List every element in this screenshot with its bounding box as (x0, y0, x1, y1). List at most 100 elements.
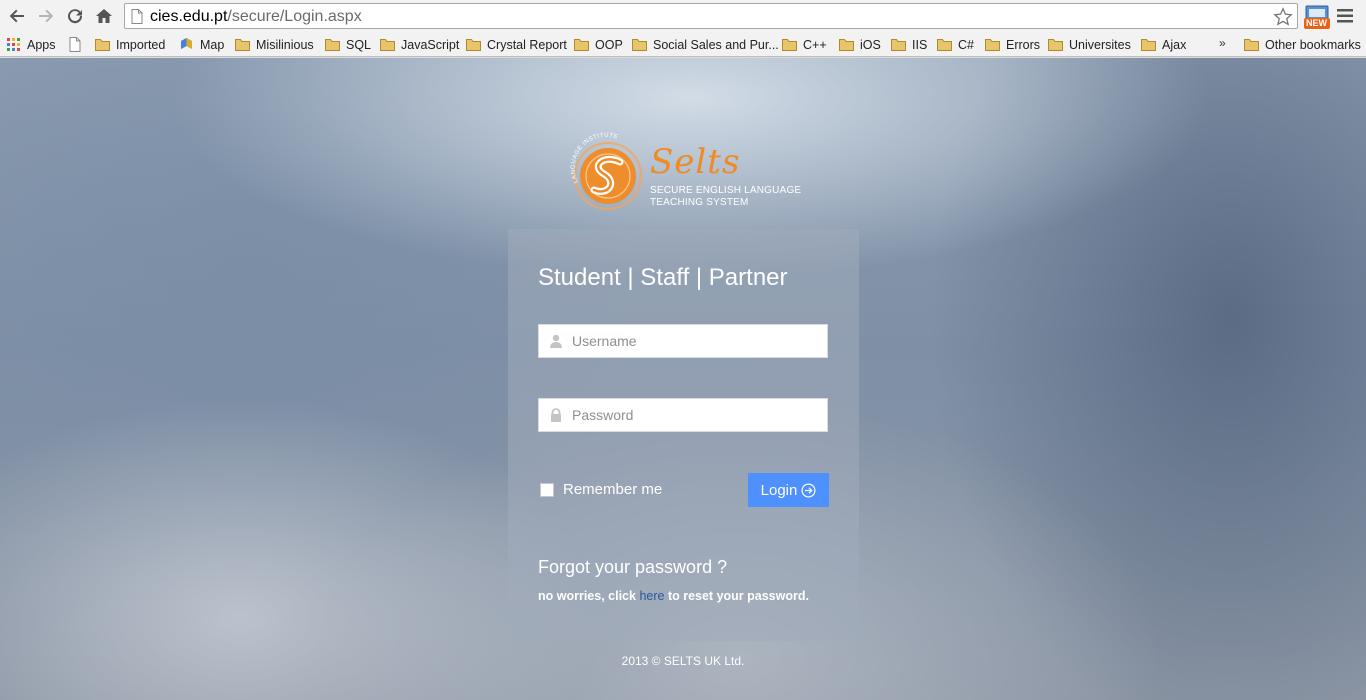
bookmark-label: Map (200, 37, 225, 52)
home-button[interactable] (93, 5, 115, 27)
bookmark-star-icon[interactable] (1273, 7, 1293, 27)
bookmark-label: Errors (1006, 37, 1041, 52)
login-panel: Student | Staff | Partner Remember me Lo… (508, 229, 859, 641)
bookmark-csharp[interactable]: C# (937, 36, 974, 53)
bookmark-sql[interactable]: SQL (325, 36, 371, 53)
bookmark-ajax[interactable]: Ajax (1141, 36, 1186, 53)
forgot-password-text: no worries, click here to reset your pas… (538, 589, 809, 603)
folder-icon (937, 38, 952, 51)
bookmark-oop[interactable]: OOP (574, 36, 623, 53)
folder-icon (1244, 38, 1259, 51)
forward-button[interactable] (35, 5, 57, 27)
logo-tagline-line: SECURE ENGLISH LANGUAGE (650, 185, 802, 196)
bookmark-label: OOP (595, 37, 623, 52)
bookmark-map[interactable]: Map (179, 36, 224, 53)
bookmark-cpp[interactable]: C++ (782, 36, 827, 53)
page-icon (69, 37, 81, 52)
login-button[interactable]: Login (748, 473, 829, 507)
folder-icon (574, 38, 589, 51)
footer-copyright: 2013 © SELTS UK Ltd. (621, 654, 745, 668)
bookmark-label: C++ (803, 37, 827, 52)
selts-logo-icon: LANGUAGE INSTITUTE (571, 133, 642, 210)
extension-button[interactable]: NEW (1303, 4, 1331, 30)
bookmark-javascript[interactable]: JavaScript (380, 36, 459, 53)
folder-icon (1141, 38, 1156, 51)
forgot-password-heading: Forgot your password ? (538, 557, 728, 577)
folder-icon (891, 38, 906, 51)
bookmark-iis[interactable]: IIS (891, 36, 927, 53)
extension-badge: NEW (1306, 18, 1327, 28)
bookmark-other[interactable]: Other bookmarks (1244, 36, 1361, 53)
user-icon (550, 334, 562, 348)
bookmark-label: Misilinious (256, 37, 314, 52)
bookmark-page[interactable] (69, 36, 87, 53)
bookmarks-bar: Apps Imported Map Misilinious SQL JavaSc… (0, 32, 1366, 57)
bookmark-label: Ajax (1162, 37, 1187, 52)
bookmarks-overflow-button[interactable]: » (1219, 36, 1226, 50)
address-bar[interactable]: cies.edu.pt/secure/Login.aspx (124, 3, 1298, 29)
forward-arrow-icon (39, 9, 54, 23)
url-path: /secure/Login.aspx (227, 8, 362, 25)
login-title: Student | Staff | Partner (538, 264, 788, 291)
password-input[interactable] (572, 399, 822, 431)
username-field[interactable] (538, 324, 828, 358)
remember-me[interactable]: Remember me (540, 481, 662, 498)
reload-icon (68, 9, 83, 24)
forgot-prefix: no worries, click (538, 589, 640, 603)
folder-icon (782, 38, 797, 51)
folder-icon (235, 38, 250, 51)
lock-icon (551, 408, 561, 422)
bookmark-label: iOS (860, 37, 881, 52)
back-button[interactable] (6, 5, 28, 27)
bookmark-ios[interactable]: iOS (839, 36, 881, 53)
bookmark-label: Crystal Report (487, 37, 567, 52)
reload-button[interactable] (64, 5, 86, 27)
bookmark-label: Universites (1069, 37, 1131, 52)
bookmark-universites[interactable]: Universites (1048, 36, 1131, 53)
arrow-circle-right-icon (801, 482, 816, 498)
bookmark-crystal-report[interactable]: Crystal Report (466, 36, 567, 53)
username-input[interactable] (572, 325, 822, 357)
login-page: LANGUAGE INSTITUTE Selts SECURE ENGLISH … (0, 58, 1366, 700)
folder-icon (1048, 38, 1063, 51)
bookmark-label: Social Sales and Pur... (653, 37, 779, 52)
reset-password-link[interactable]: here (639, 589, 664, 603)
folder-icon (839, 38, 854, 51)
forgot-suffix: to reset your password. (664, 589, 809, 603)
login-button-label: Login (760, 481, 798, 499)
bookmark-label: Other bookmarks (1265, 37, 1361, 52)
bookmark-social-sales[interactable]: Social Sales and Pur... (632, 36, 779, 53)
bookmark-label: Apps (27, 37, 56, 52)
remember-me-label: Remember me (563, 481, 663, 498)
folder-icon (380, 38, 395, 51)
menu-icon[interactable] (1337, 8, 1353, 24)
apps-grid-icon (7, 37, 21, 52)
bookmark-misilinious[interactable]: Misilinious (235, 36, 314, 53)
logo-tagline: SECURE ENGLISH LANGUAGE TEACHING SYSTEM (650, 185, 801, 209)
bookmark-label: C# (958, 37, 974, 52)
logo-tagline-line: TEACHING SYSTEM (650, 197, 749, 208)
bookmark-errors[interactable]: Errors (985, 36, 1040, 53)
remember-me-checkbox[interactable] (540, 482, 554, 497)
url-host: cies.edu.pt (150, 8, 228, 25)
folder-icon (95, 38, 110, 51)
logo-name: Selts (650, 142, 741, 182)
page-icon (131, 9, 143, 24)
folder-icon (985, 38, 1000, 51)
maps-icon (179, 37, 194, 52)
home-icon (96, 9, 112, 23)
back-arrow-icon (9, 9, 24, 23)
selts-logo: LANGUAGE INSTITUTE Selts SECURE ENGLISH … (568, 132, 808, 216)
bookmark-imported[interactable]: Imported (95, 36, 165, 53)
folder-icon (325, 38, 340, 51)
bookmark-label: SQL (346, 37, 372, 52)
browser-toolbar: cies.edu.pt/secure/Login.aspx NEW (0, 0, 1366, 32)
bookmark-label: Imported (116, 37, 166, 52)
bookmark-label: JavaScript (401, 37, 460, 52)
bookmark-apps[interactable]: Apps (7, 36, 56, 53)
bookmark-label: IIS (912, 37, 928, 52)
url-text: cies.edu.pt/secure/Login.aspx (150, 8, 362, 26)
folder-icon (632, 38, 647, 51)
password-field[interactable] (538, 398, 828, 432)
folder-icon (466, 38, 481, 51)
